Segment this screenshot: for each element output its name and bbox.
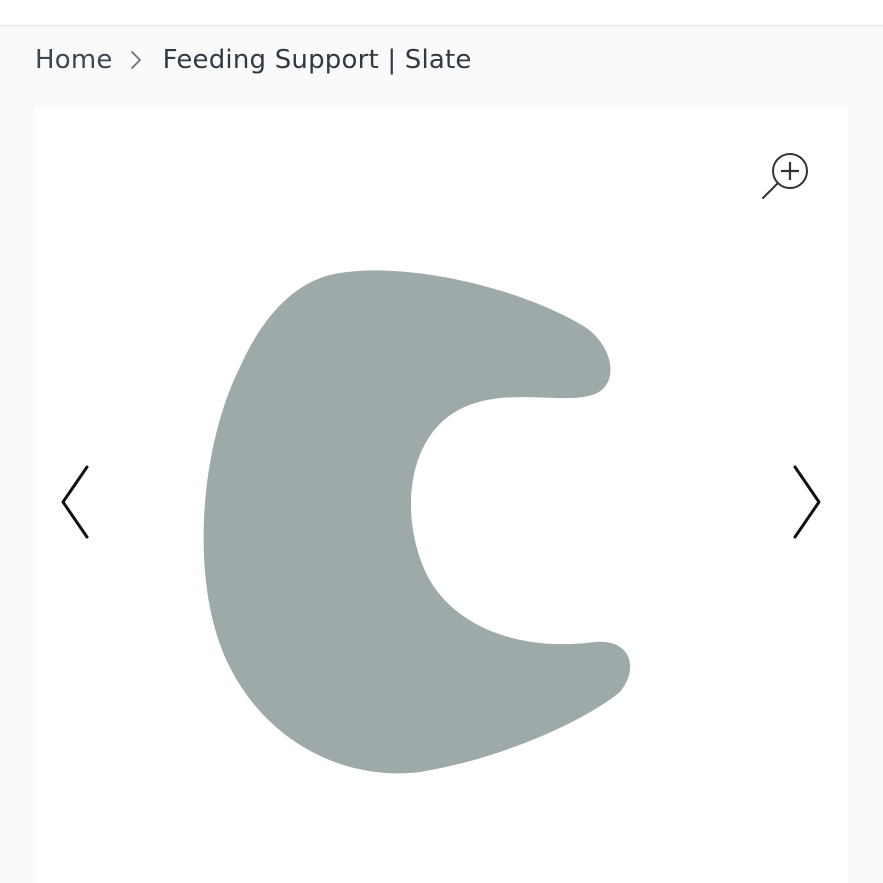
previous-image-button[interactable] [55, 462, 95, 542]
feeding-pillow-image [203, 270, 631, 774]
product-image-gallery [35, 107, 848, 883]
next-image-button[interactable] [787, 462, 827, 542]
chevron-right-icon [793, 465, 821, 539]
zoom-in-icon[interactable] [760, 150, 814, 204]
breadcrumb-current: Feeding Support | Slate [162, 45, 472, 75]
chevron-right-icon [123, 47, 153, 73]
breadcrumb-home-link[interactable]: Home [35, 45, 113, 75]
header-bar [0, 0, 883, 26]
breadcrumb: Home Feeding Support | Slate [35, 40, 472, 80]
chevron-left-icon [61, 465, 89, 539]
